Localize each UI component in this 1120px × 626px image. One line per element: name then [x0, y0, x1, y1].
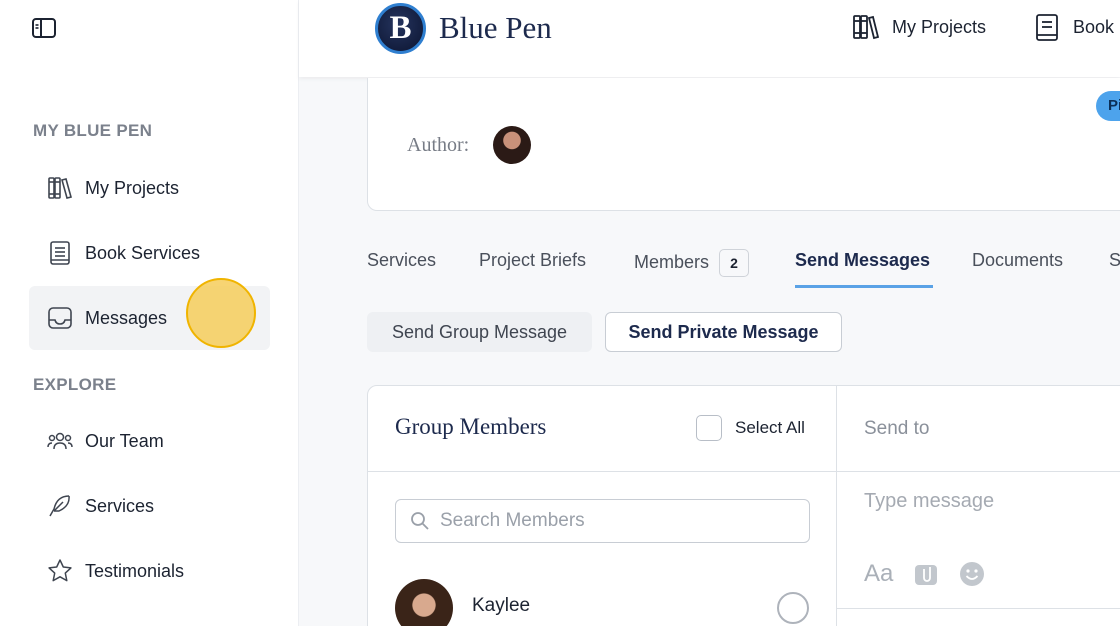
message-input[interactable]: [864, 490, 1120, 513]
sidebar-item-testimonials[interactable]: Testimonials: [29, 539, 270, 603]
author-label: Author:: [407, 134, 470, 156]
send-private-message-button[interactable]: Send Private Message: [605, 312, 842, 352]
sidebar-item-label: Messages: [85, 307, 168, 328]
tab-project-briefs[interactable]: Project Briefs: [479, 250, 586, 271]
members-count-badge: 2: [719, 249, 750, 277]
attachment-icon[interactable]: [913, 561, 939, 587]
format-text-icon[interactable]: Aa: [864, 560, 893, 588]
send-to-field[interactable]: Send to: [864, 418, 930, 440]
feather-icon: [47, 493, 73, 519]
emoji-icon[interactable]: [959, 561, 985, 587]
document-icon: [47, 240, 73, 266]
panel-divider: [836, 386, 837, 626]
composer-divider: [837, 608, 1120, 609]
tab-send-messages[interactable]: Send Messages: [795, 250, 930, 271]
header-link-label: My Projects: [892, 16, 987, 37]
logo-text[interactable]: Blue Pen: [439, 10, 552, 46]
panel-divider: [368, 471, 1120, 472]
sidebar-item-label: Our Team: [85, 430, 164, 451]
select-all-checkbox[interactable]: [696, 415, 722, 441]
top-header: B Blue Pen My Projects Book: [299, 0, 1120, 77]
tab-documents[interactable]: Documents: [972, 250, 1063, 271]
star-icon: [47, 558, 73, 584]
select-all-label: Select All: [735, 418, 805, 437]
sidebar-item-my-projects[interactable]: My Projects: [29, 156, 270, 220]
search-members-input[interactable]: [440, 510, 800, 532]
tab-members-label: Members: [634, 251, 710, 272]
sidebar-item-services[interactable]: Services: [29, 474, 270, 538]
list-item[interactable]: Kaylee: [395, 579, 810, 626]
inbox-icon: [47, 305, 73, 331]
tab-members[interactable]: Members 2: [634, 249, 750, 277]
books-icon: [47, 175, 73, 201]
header-link-label: Book: [1073, 16, 1115, 37]
team-icon: [47, 428, 73, 454]
search-members-box[interactable]: [395, 499, 810, 543]
logo-badge[interactable]: B: [375, 3, 426, 54]
books-icon: [853, 15, 880, 40]
composer-toolbar: Aa: [864, 560, 1005, 588]
section-title-my-blue-pen: MY BLUE PEN: [33, 121, 153, 140]
sidebar-item-label: Services: [85, 495, 155, 516]
project-author-card: Author:: [367, 78, 1120, 211]
document-icon: [1036, 14, 1058, 41]
send-group-message-button[interactable]: Send Group Message: [367, 312, 592, 352]
tab-truncated[interactable]: S: [1109, 250, 1120, 271]
avatar: [395, 579, 453, 626]
group-members-title: Group Members: [395, 414, 547, 439]
author-avatar[interactable]: [493, 126, 531, 164]
sidebar-item-label: My Projects: [85, 177, 180, 198]
section-title-explore: EXPLORE: [33, 375, 117, 394]
header-link-book[interactable]: Book: [1033, 12, 1114, 42]
select-all-control[interactable]: Select All: [696, 415, 805, 441]
click-indicator: [186, 278, 256, 348]
sidebar-item-label: Testimonials: [85, 560, 185, 581]
status-badge: Pi: [1096, 91, 1120, 121]
search-icon: [411, 512, 429, 530]
member-name: Kaylee: [472, 595, 531, 616]
sidebar-item-our-team[interactable]: Our Team: [29, 409, 270, 473]
active-tab-underline: [795, 285, 933, 288]
sidebar-toggle-icon[interactable]: [32, 17, 56, 39]
header-link-my-projects[interactable]: My Projects: [852, 12, 986, 42]
messages-panel: Group Members Select All Send to Kaylee …: [367, 385, 1120, 626]
member-select-radio[interactable]: [777, 592, 809, 624]
tab-services[interactable]: Services: [367, 250, 436, 271]
sidebar-item-book-services[interactable]: Book Services: [29, 221, 270, 285]
sidebar-item-label: Book Services: [85, 242, 201, 263]
